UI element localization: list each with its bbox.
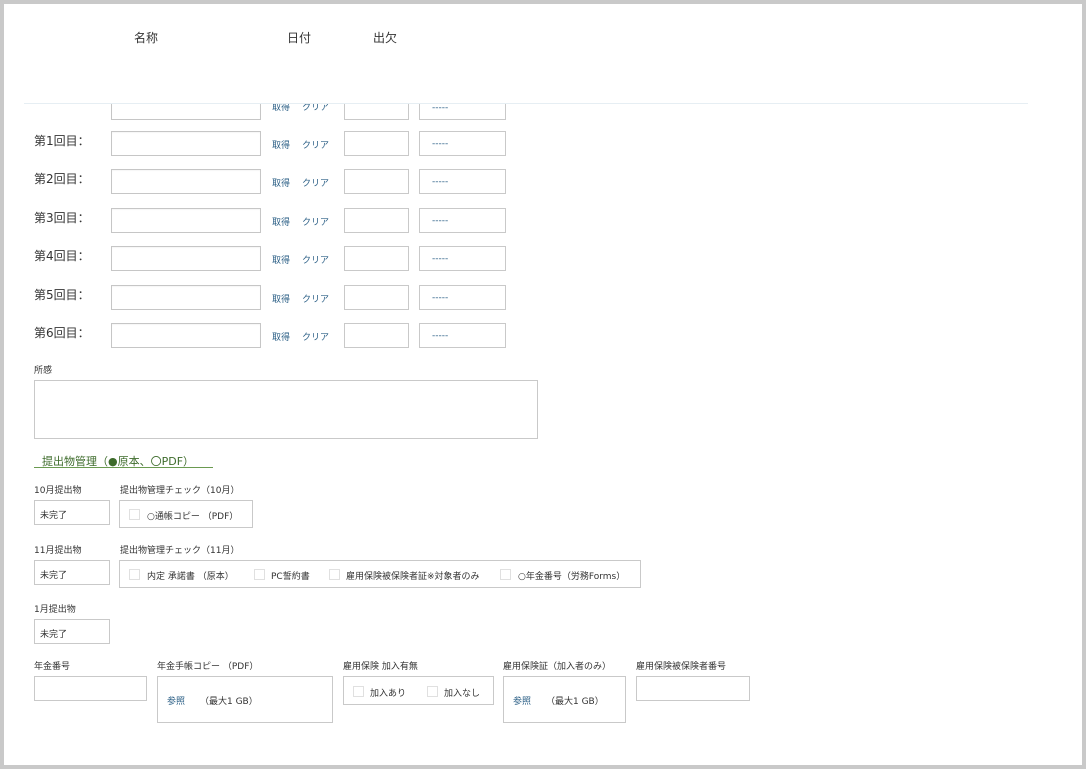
session-label: 第5回目： <box>34 288 90 302</box>
session-date-input[interactable] <box>344 323 409 348</box>
checkbox[interactable] <box>129 509 140 520</box>
session-label: 第1回目： <box>34 134 90 148</box>
browse-link[interactable]: 参照 <box>167 694 185 707</box>
checkbox-label: 雇用保険被保険者証※対象者のみ <box>346 572 480 582</box>
attendance-select[interactable]: ----- <box>419 285 506 310</box>
session-label: 第6回目： <box>34 326 90 340</box>
session-date-input[interactable] <box>344 131 409 156</box>
session-date-input[interactable] <box>344 246 409 271</box>
header-name: 名称 <box>134 31 159 45</box>
nov-status-value: 未完了 <box>40 571 68 581</box>
session-date-input[interactable] <box>344 285 409 310</box>
session-name-input[interactable] <box>111 208 261 233</box>
insured-no-label: 雇用保険被保険者番号 <box>636 662 727 672</box>
nov-check-label: 提出物管理チェック（11月） <box>120 546 240 556</box>
clear-link[interactable]: クリア <box>302 253 329 266</box>
nov-status-select[interactable]: 未完了 <box>34 560 110 585</box>
oct-check-label: 提出物管理チェック（10月） <box>120 486 240 496</box>
checkbox[interactable] <box>500 569 511 580</box>
session-date-input[interactable] <box>344 169 409 194</box>
clear-link[interactable]: クリア <box>302 138 329 151</box>
clear-link[interactable]: クリア <box>302 292 329 305</box>
sticky-header-mask <box>4 4 1082 103</box>
oct-check-group: ○通帳コピー （PDF） <box>119 500 253 528</box>
header-attendance: 出欠 <box>373 31 398 45</box>
impression-textarea[interactable] <box>34 380 538 439</box>
max-size-note: （最大1 GB） <box>546 697 604 707</box>
get-link[interactable]: 取得 <box>272 253 290 266</box>
jan-status-select[interactable]: 未完了 <box>34 619 110 644</box>
nov-check-group: 内定 承諾書 （原本） PC誓約書 雇用保険被保険者証※対象者のみ ○年金番号（… <box>119 560 641 588</box>
attendance-value: ----- <box>432 139 449 149</box>
oct-status-value: 未完了 <box>40 511 68 521</box>
checkbox-label: 内定 承諾書 （原本） <box>147 572 234 582</box>
session-name-input[interactable] <box>111 169 261 194</box>
attendance-value: ----- <box>432 177 449 187</box>
session-name-input[interactable] <box>111 285 261 310</box>
insurance-label: 雇用保険 加入有無 <box>343 662 418 672</box>
get-link[interactable]: 取得 <box>272 330 290 343</box>
radio-no[interactable] <box>427 686 438 697</box>
checkbox-label: ○通帳コピー （PDF） <box>147 512 239 522</box>
session-date-input[interactable] <box>344 208 409 233</box>
insurance-radio-group: 加入あり 加入なし <box>343 676 494 705</box>
jan-label: 1月提出物 <box>34 605 76 615</box>
clear-link[interactable]: クリア <box>302 176 329 189</box>
oct-label: 10月提出物 <box>34 486 82 496</box>
impression-label: 所感 <box>34 366 53 376</box>
checkbox-label: ○年金番号（労務Forms） <box>518 572 626 582</box>
attendance-value: ----- <box>432 216 449 226</box>
header-date: 日付 <box>287 31 312 45</box>
session-name-input[interactable] <box>111 131 261 156</box>
radio-yes[interactable] <box>353 686 364 697</box>
checkbox[interactable] <box>129 569 140 580</box>
attendance-select[interactable]: ----- <box>419 131 506 156</box>
get-link[interactable]: 取得 <box>272 138 290 151</box>
attendance-value: ----- <box>432 103 449 113</box>
checkbox[interactable] <box>329 569 340 580</box>
session-name-input[interactable] <box>111 323 261 348</box>
checkbox-label: PC誓約書 <box>271 572 310 582</box>
clear-link[interactable]: クリア <box>302 215 329 228</box>
session-name-input[interactable] <box>111 246 261 271</box>
session-label: 第3回目： <box>34 211 90 225</box>
checkbox[interactable] <box>254 569 265 580</box>
section-underline <box>34 467 213 468</box>
attendance-value: ----- <box>432 331 449 341</box>
header-divider <box>24 103 1028 104</box>
attendance-value: ----- <box>432 254 449 264</box>
browse-link[interactable]: 参照 <box>513 694 531 707</box>
max-size-note: （最大1 GB） <box>200 697 258 707</box>
session-label: 第2回目： <box>34 172 90 186</box>
pension-no-label: 年金番号 <box>34 662 71 672</box>
pension-copy-upload: 参照 （最大1 GB） <box>157 676 333 723</box>
nov-label: 11月提出物 <box>34 546 82 556</box>
insurance-cert-label: 雇用保険証（加入者のみ） <box>503 662 612 672</box>
attendance-select[interactable]: ----- <box>419 169 506 194</box>
pension-copy-label: 年金手帳コピー （PDF） <box>157 662 259 672</box>
insurance-cert-upload: 参照 （最大1 GB） <box>503 676 626 723</box>
radio-no-label: 加入なし <box>444 689 481 699</box>
session-label: 第4回目： <box>34 249 90 263</box>
attendance-select[interactable]: ----- <box>419 208 506 233</box>
pension-no-input[interactable] <box>34 676 147 701</box>
jan-status-value: 未完了 <box>40 630 68 640</box>
attendance-select[interactable]: ----- <box>419 323 506 348</box>
radio-yes-label: 加入あり <box>370 689 407 699</box>
oct-status-select[interactable]: 未完了 <box>34 500 110 525</box>
get-link[interactable]: 取得 <box>272 176 290 189</box>
form-page: 名称 日付 出欠 取得 クリア ----- 名称 日付 出欠 第1回目： 取得 … <box>4 4 1082 765</box>
get-link[interactable]: 取得 <box>272 215 290 228</box>
attendance-value: ----- <box>432 293 449 303</box>
insured-no-input[interactable] <box>636 676 750 701</box>
get-link[interactable]: 取得 <box>272 292 290 305</box>
clear-link[interactable]: クリア <box>302 330 329 343</box>
attendance-select[interactable]: ----- <box>419 246 506 271</box>
